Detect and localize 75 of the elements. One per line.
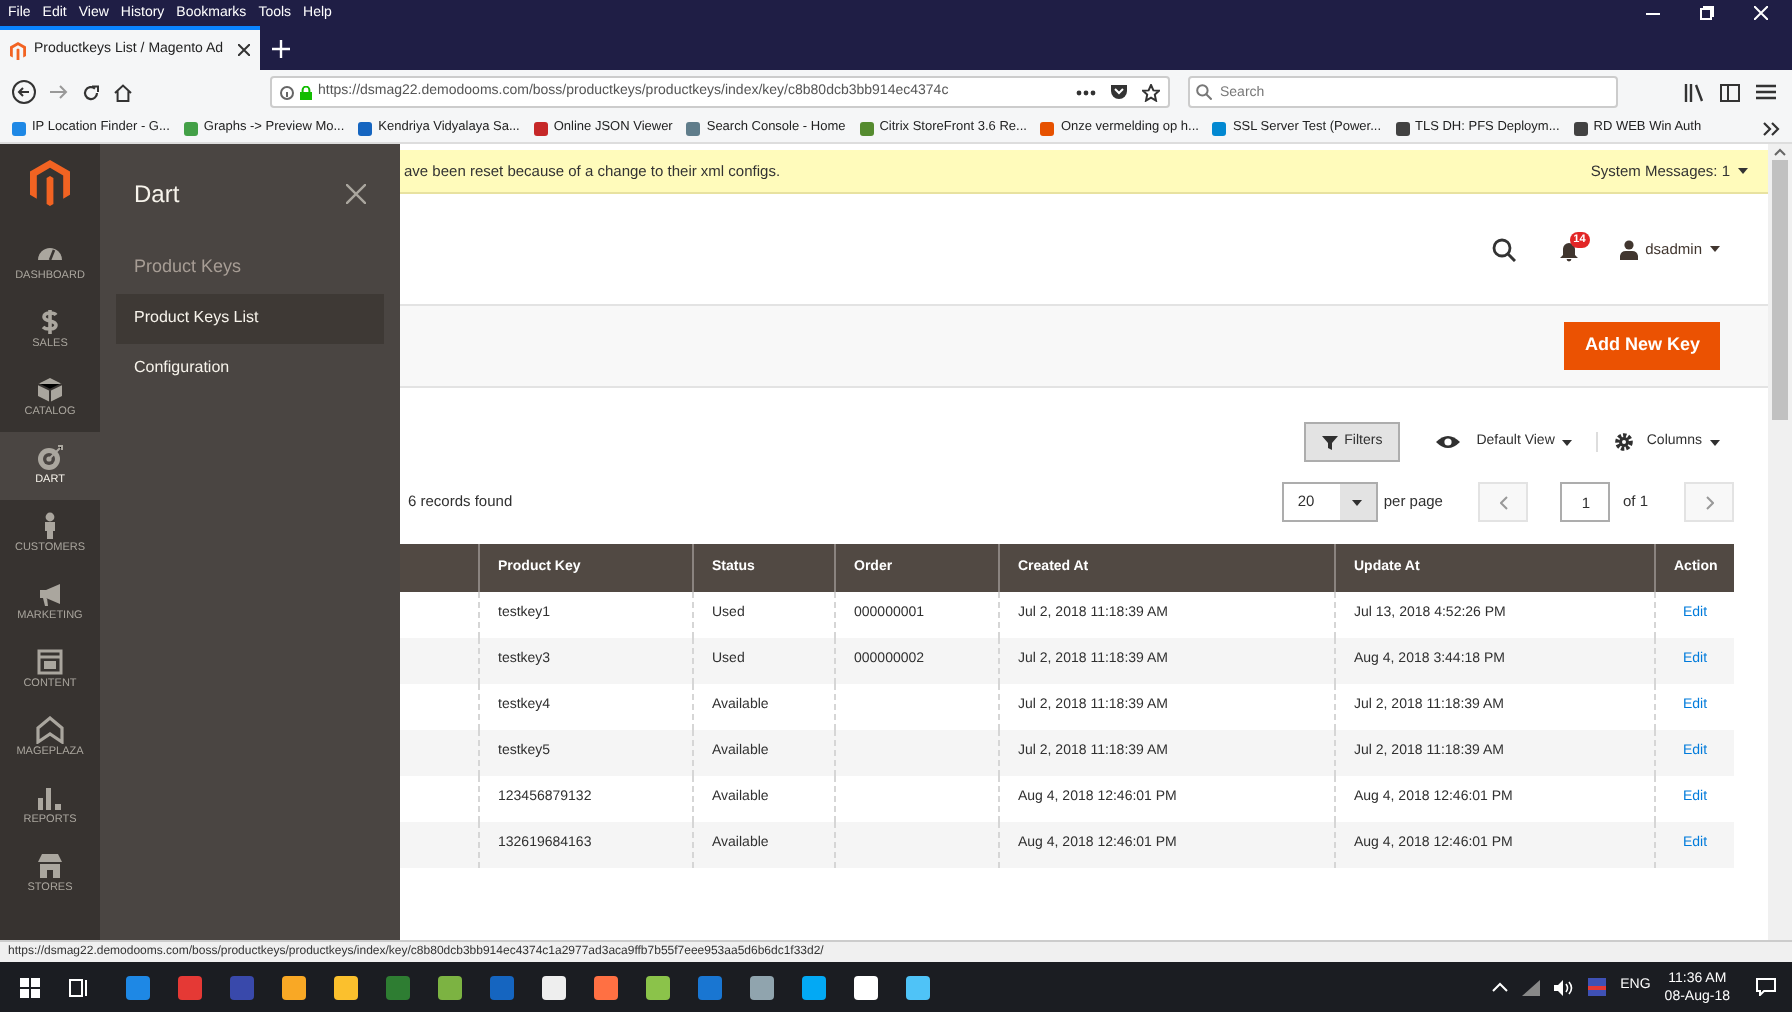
task-view-icon[interactable] (68, 977, 88, 997)
flyout-item[interactable]: Product Keys List (116, 293, 384, 343)
app-icon[interactable] (592, 973, 620, 1001)
windows-start-icon[interactable] (20, 977, 40, 997)
flyout-item[interactable]: Configuration (116, 343, 384, 393)
chevron-right-icon (1705, 495, 1713, 509)
app-icon[interactable] (748, 973, 776, 1001)
bookmark-icon (1395, 121, 1410, 135)
dart-icon (36, 444, 64, 473)
bookmark-icon (686, 121, 701, 135)
back-icon[interactable] (12, 80, 36, 104)
notification-icon[interactable] (1756, 978, 1776, 996)
content-icon (36, 648, 64, 677)
sales-icon (36, 308, 64, 337)
app-icon[interactable] (436, 973, 464, 1001)
eye-icon (1436, 434, 1461, 450)
bookmark-icon (533, 121, 548, 135)
sidebar-icon[interactable] (1720, 83, 1740, 101)
close-icon[interactable] (238, 44, 250, 56)
star-icon[interactable] (1142, 83, 1160, 101)
magento-logo-icon (30, 160, 70, 206)
bookmark-icon (12, 121, 26, 135)
pocket-icon[interactable] (1110, 84, 1128, 100)
bell-icon[interactable] (1559, 241, 1578, 261)
bookmark-icon (1212, 121, 1227, 135)
chevron-icon[interactable] (1762, 121, 1780, 135)
scroll-up-icon (1774, 148, 1786, 156)
magento-logo-icon (10, 41, 26, 59)
restore-icon[interactable] (1700, 6, 1714, 20)
scrollbar[interactable] (1768, 144, 1792, 940)
caret-icon (1352, 499, 1363, 505)
forward-icon[interactable] (50, 84, 68, 100)
mageplaza-icon (36, 716, 64, 745)
app-icon[interactable] (800, 973, 828, 1001)
gear-icon (1614, 432, 1635, 452)
search-icon[interactable] (1491, 237, 1516, 261)
home-icon[interactable] (114, 83, 132, 101)
app-icon[interactable] (332, 973, 360, 1001)
app-icon[interactable] (904, 973, 932, 1001)
catalog-icon (36, 376, 64, 405)
user-icon (1619, 239, 1638, 259)
stores-icon (36, 852, 64, 881)
caret-icon (1710, 439, 1720, 445)
lock-icon (300, 85, 312, 99)
chevron-up-icon[interactable] (1492, 982, 1509, 992)
caret-icon (1738, 168, 1748, 174)
bookmark-icon (358, 121, 373, 135)
marketing-icon (36, 580, 64, 609)
chevron-left-icon (1499, 495, 1508, 509)
new-tab-icon[interactable] (272, 40, 290, 58)
search-icon (1196, 84, 1212, 100)
menu-icon[interactable] (1756, 84, 1776, 100)
app-icon[interactable] (540, 973, 568, 1001)
info-icon (280, 85, 294, 99)
flyout-title: Dart (134, 177, 180, 211)
caret-icon (1710, 246, 1720, 252)
flag-icon[interactable] (1588, 978, 1607, 996)
library-icon[interactable] (1684, 83, 1704, 101)
filter-icon (1322, 435, 1339, 449)
bookmark-icon (1573, 121, 1588, 135)
app-icon[interactable] (280, 973, 308, 1001)
scrollbar-thumb[interactable] (1772, 160, 1788, 420)
caret-icon (1562, 439, 1573, 445)
bookmark-icon (1040, 121, 1055, 135)
app-icon[interactable] (852, 973, 880, 1001)
network-icon[interactable] (1522, 979, 1541, 995)
bookmark-icon (859, 121, 874, 135)
section-heading: Product Keys (132, 254, 244, 280)
reports-icon (36, 784, 64, 813)
more-icon (1076, 89, 1096, 95)
speaker-icon[interactable] (1554, 979, 1575, 995)
bookmark-icon (183, 121, 198, 135)
app-icon[interactable] (644, 973, 672, 1001)
reload-icon[interactable] (82, 83, 100, 101)
add-new-key-button[interactable]: Add New Key (1564, 322, 1720, 370)
